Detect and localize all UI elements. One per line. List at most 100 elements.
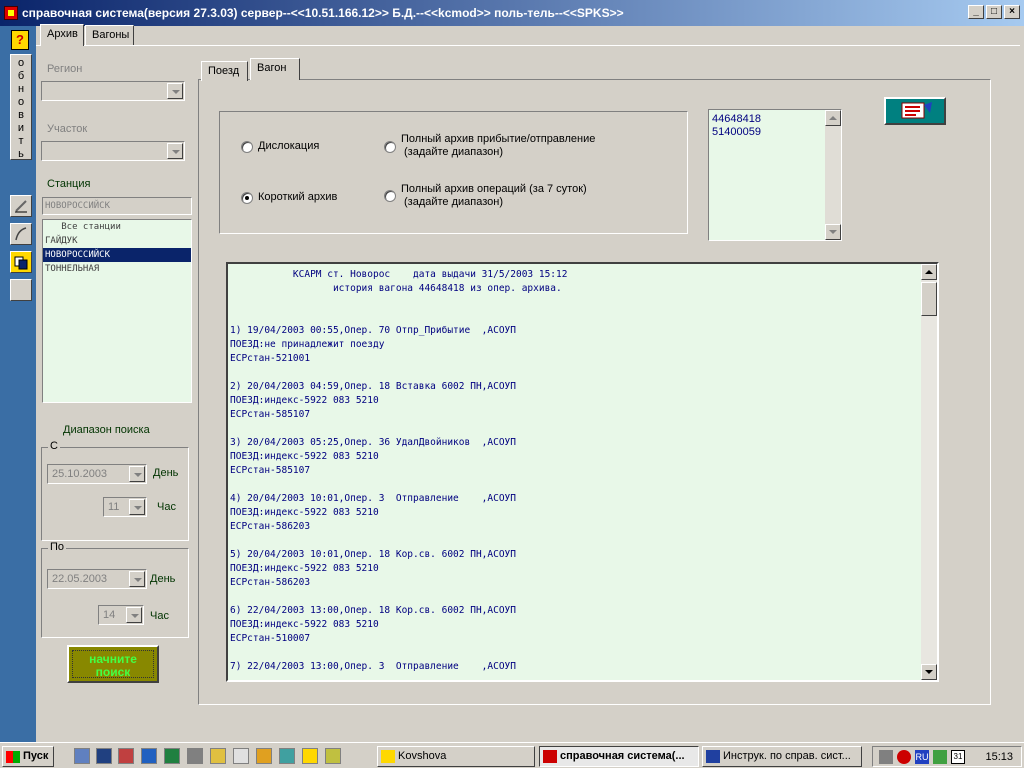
history-report-text[interactable]: КСАРМ ст. Новорос дата выдачи 31/5/2003 …: [226, 262, 939, 682]
scroll-up-icon[interactable]: [921, 264, 937, 280]
station-list-item[interactable]: Все станции: [43, 220, 191, 234]
tab-archive[interactable]: Архив: [40, 24, 84, 46]
from-caption: С: [48, 440, 60, 452]
maximize-button[interactable]: □: [986, 5, 1002, 19]
chevron-down-icon[interactable]: [126, 607, 142, 623]
close-button[interactable]: ×: [1004, 5, 1020, 19]
volume-icon[interactable]: [879, 750, 893, 764]
full-archive-arrival-radio[interactable]: [384, 141, 396, 153]
scroll-down-icon[interactable]: [921, 664, 937, 680]
antivirus-icon[interactable]: [897, 750, 911, 764]
search-range-title: Диапазон поиска: [63, 424, 150, 436]
app-icon[interactable]: [4, 6, 18, 20]
start-search-label: начните поиск: [72, 650, 154, 679]
tab-train[interactable]: Поезд: [201, 61, 248, 81]
report-options-group: [219, 111, 688, 234]
wagon-list-item[interactable]: 44648418: [712, 113, 841, 126]
excel-icon[interactable]: [164, 748, 180, 764]
messenger-icon[interactable]: [118, 748, 134, 764]
task-instruction-doc[interactable]: Инструк. по справ. сист...: [702, 746, 862, 767]
print-document-icon: [901, 102, 932, 119]
draw-tool-button[interactable]: [10, 223, 32, 245]
network-icon[interactable]: [933, 750, 947, 764]
copy-tool-button[interactable]: [10, 251, 32, 273]
report-content: КСАРМ ст. Новорос дата выдачи 31/5/2003 …: [230, 269, 568, 672]
full-archive-arrival-label: Полный архив прибытие/отправление (задайт…: [401, 133, 596, 158]
chevron-down-icon[interactable]: [167, 143, 183, 159]
tab-wagons[interactable]: Вагоны: [85, 25, 134, 45]
from-hour-label: Час: [157, 501, 176, 513]
from-hour-select[interactable]: 11: [103, 497, 147, 517]
task-reference-system[interactable]: справочная система(...: [539, 746, 699, 767]
to-date-select[interactable]: 22.05.2003: [47, 569, 147, 589]
notepad-icon[interactable]: [210, 748, 226, 764]
chevron-down-icon[interactable]: [129, 571, 145, 587]
help-button[interactable]: ?: [11, 30, 29, 50]
monitor-icon[interactable]: [279, 748, 295, 764]
calculator-icon[interactable]: [187, 748, 203, 764]
chevron-down-icon[interactable]: [129, 499, 145, 515]
station-field[interactable]: НОВОРОССИЙСК: [42, 197, 192, 215]
short-archive-label: Короткий архив: [258, 191, 338, 203]
to-hour-select[interactable]: 14: [98, 605, 144, 625]
region-label: Регион: [47, 63, 83, 75]
to-day-label: День: [150, 573, 176, 585]
edit-tool-button[interactable]: [10, 195, 32, 217]
wagon-list[interactable]: 44648418 51400059: [708, 109, 842, 241]
scroll-up-icon[interactable]: [825, 110, 841, 126]
app-icon: [543, 750, 557, 763]
scroll-down-icon[interactable]: [825, 224, 841, 240]
empty-tool-button[interactable]: [10, 279, 32, 301]
full-archive-operations-radio[interactable]: [384, 190, 396, 202]
window-title: справочная система(версия 27.3.03) серве…: [22, 6, 624, 20]
station-list-item[interactable]: ГАЙДУК: [43, 234, 191, 248]
start-button[interactable]: Пуск: [2, 746, 54, 767]
scroll-thumb[interactable]: [921, 282, 937, 316]
system-tray: RU 31 15:13: [872, 746, 1022, 767]
dislocation-label: Дислокация: [258, 140, 320, 152]
image-icon[interactable]: [325, 748, 341, 764]
taskbar: Пуск Kovshova справочная система(... Инс…: [0, 742, 1024, 768]
from-group: С: [41, 440, 189, 541]
section-label: Участок: [47, 123, 88, 135]
folder-icon: [381, 750, 395, 763]
report-scrollbar[interactable]: [921, 264, 937, 680]
calendar-icon[interactable]: 31: [951, 750, 965, 764]
copy-icon: [14, 256, 28, 270]
region-select[interactable]: [41, 81, 185, 101]
from-date-select[interactable]: 25.10.2003: [47, 464, 147, 484]
from-day-label: День: [153, 467, 179, 479]
full-archive-operations-label: Полный архив операций (за 7 суток) (задай…: [401, 183, 587, 208]
pencil-icon: [15, 200, 27, 213]
tab-panel-edge: [36, 45, 1020, 46]
print-button[interactable]: [884, 97, 946, 125]
minimize-button[interactable]: _: [968, 5, 984, 19]
title-bar: справочная система(версия 27.3.03) серве…: [0, 0, 1024, 26]
station-label: Станция: [47, 178, 91, 190]
station-list-item[interactable]: ТОННЕЛЬНАЯ: [43, 262, 191, 276]
word-icon: [706, 750, 720, 763]
chevron-down-icon[interactable]: [167, 83, 183, 99]
msn-icon[interactable]: [96, 748, 112, 764]
task-kovshova[interactable]: Kovshova: [377, 746, 535, 767]
to-hour-label: Час: [150, 610, 169, 622]
pencil-icon[interactable]: [256, 748, 272, 764]
start-search-button[interactable]: начните поиск: [67, 645, 159, 683]
internet-explorer-icon[interactable]: [141, 748, 157, 764]
short-archive-radio[interactable]: [241, 192, 253, 204]
dislocation-radio[interactable]: [241, 141, 253, 153]
wagon-list-scrollbar[interactable]: [825, 110, 841, 240]
tab-wagon[interactable]: Вагон: [250, 58, 300, 80]
section-select[interactable]: [41, 141, 185, 161]
to-caption: По: [48, 541, 67, 553]
station-list[interactable]: Все станции ГАЙДУК НОВОРОССИЙСК ТОННЕЛЬНАЯ: [42, 219, 192, 403]
station-list-item[interactable]: НОВОРОССИЙСК: [43, 248, 191, 262]
refresh-button[interactable]: обновить: [10, 54, 32, 160]
folder-icon[interactable]: [302, 748, 318, 764]
clock[interactable]: 15:13: [985, 751, 1013, 763]
app-icon-7[interactable]: [233, 748, 249, 764]
wagon-list-item[interactable]: 51400059: [712, 126, 841, 139]
chevron-down-icon[interactable]: [129, 466, 145, 482]
desktop-icon[interactable]: [74, 748, 90, 764]
language-indicator[interactable]: RU: [915, 750, 929, 764]
